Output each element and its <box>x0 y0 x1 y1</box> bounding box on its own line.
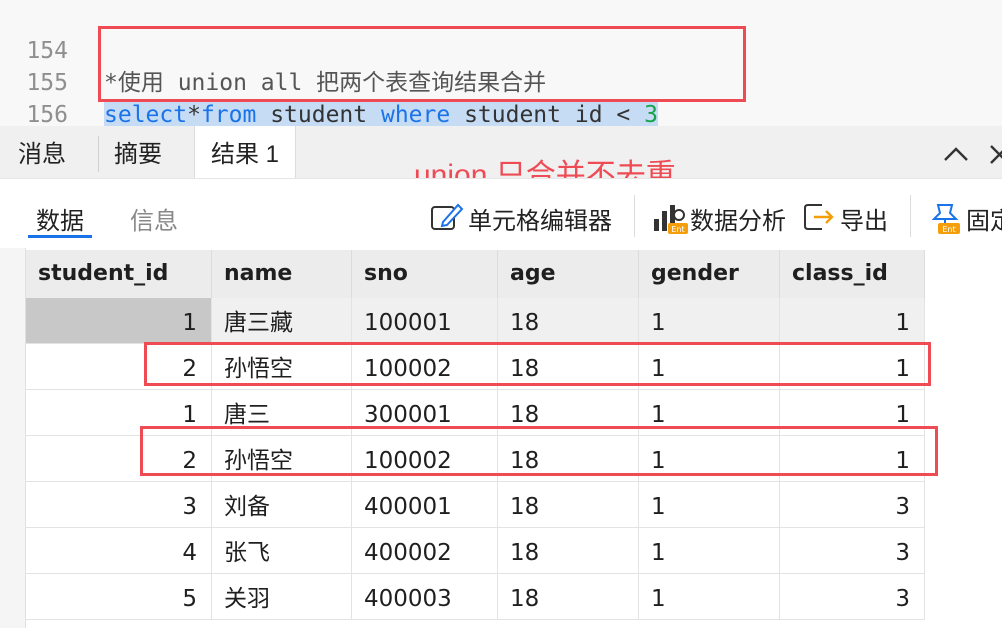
column-header-name[interactable]: name <box>212 250 352 298</box>
active-subtab-indicator <box>28 235 92 238</box>
cell-age[interactable]: 18 <box>498 528 639 574</box>
cell-age[interactable]: 18 <box>498 298 639 344</box>
table-row[interactable]: 3 刘备 400001 18 1 3 <box>26 482 925 528</box>
svg-text:Ent: Ent <box>671 225 684 234</box>
pin-label: 固定 <box>966 208 1002 235</box>
sql-editor[interactable]: 154 *使用 union all 把两个表查询结果合并 155 select*… <box>0 0 1002 126</box>
tab-label: 消息 <box>18 141 66 168</box>
cell-class-id[interactable]: 3 <box>780 482 925 528</box>
highlight-box <box>98 26 746 102</box>
column-header-gender[interactable]: gender <box>639 250 780 298</box>
data-analysis-label: 数据分析 <box>690 208 786 235</box>
pin-icon: Ent <box>931 204 960 234</box>
highlight-box <box>140 426 938 476</box>
cell-class-id[interactable]: 3 <box>780 528 925 574</box>
edit-icon <box>431 203 464 230</box>
result-toolbar: 数据 信息 单元格编辑器 Ent 数据分析 导出 Ent 固 <box>0 178 1002 249</box>
cell-age[interactable]: 18 <box>498 574 639 620</box>
cell-editor-label: 单元格编辑器 <box>468 208 612 235</box>
cell-sno[interactable]: 400002 <box>352 528 498 574</box>
tab-messages[interactable]: 消息 <box>2 126 98 178</box>
cell-gender[interactable]: 1 <box>639 528 780 574</box>
column-header-age[interactable]: age <box>498 250 639 298</box>
tab-label: 结果 1 <box>211 141 280 168</box>
cell-name[interactable]: 关羽 <box>212 574 352 620</box>
highlight-box <box>144 342 931 386</box>
svg-text:Ent: Ent <box>942 225 955 234</box>
table-row[interactable]: 4 张飞 400002 18 1 3 <box>26 528 925 574</box>
code-line-157[interactable]: 157 <box>0 99 1002 126</box>
result-grid[interactable]: student_id name sno age gender class_id 1 唐三藏 1… <box>0 248 1002 628</box>
cell-gender[interactable]: 1 <box>639 298 780 344</box>
tab-label: 摘要 <box>114 141 162 168</box>
close-icon[interactable] <box>988 140 1002 168</box>
cell-class-id[interactable]: 3 <box>780 574 925 620</box>
cell-sno[interactable]: 400001 <box>352 482 498 528</box>
cell-student-id[interactable]: 3 <box>26 482 212 528</box>
column-header-student-id[interactable]: student_id <box>26 250 212 298</box>
cell-student-id[interactable]: 4 <box>26 528 212 574</box>
table-row[interactable]: 1 唐三藏 100001 18 1 1 <box>26 298 925 344</box>
row-header-gutter[interactable] <box>0 248 26 628</box>
cell-age[interactable]: 18 <box>498 482 639 528</box>
cell-gender[interactable]: 1 <box>639 482 780 528</box>
cell-sno[interactable]: 100001 <box>352 298 498 344</box>
chart-icon: Ent <box>654 205 688 234</box>
subtab-info[interactable]: 信息 <box>130 201 178 236</box>
tab-result-1[interactable]: 结果 1 <box>194 126 296 180</box>
cell-name[interactable]: 刘备 <box>212 482 352 528</box>
column-header-sno[interactable]: sno <box>352 250 498 298</box>
cell-student-id[interactable]: 1 <box>26 298 212 344</box>
cell-name[interactable]: 唐三藏 <box>212 298 352 344</box>
subtab-data[interactable]: 数据 <box>36 201 84 236</box>
cell-gender[interactable]: 1 <box>639 574 780 620</box>
cell-sno[interactable]: 400003 <box>352 574 498 620</box>
table-row[interactable]: 5 关羽 400003 18 1 3 <box>26 574 925 620</box>
column-header-class-id[interactable]: class_id <box>780 250 925 298</box>
cell-class-id[interactable]: 1 <box>780 298 925 344</box>
tab-summary[interactable]: 摘要 <box>98 126 194 178</box>
chevron-up-icon[interactable] <box>942 140 970 168</box>
export-icon <box>804 204 834 230</box>
export-label: 导出 <box>840 208 888 235</box>
cell-name[interactable]: 张飞 <box>212 528 352 574</box>
cell-student-id[interactable]: 5 <box>26 574 212 620</box>
